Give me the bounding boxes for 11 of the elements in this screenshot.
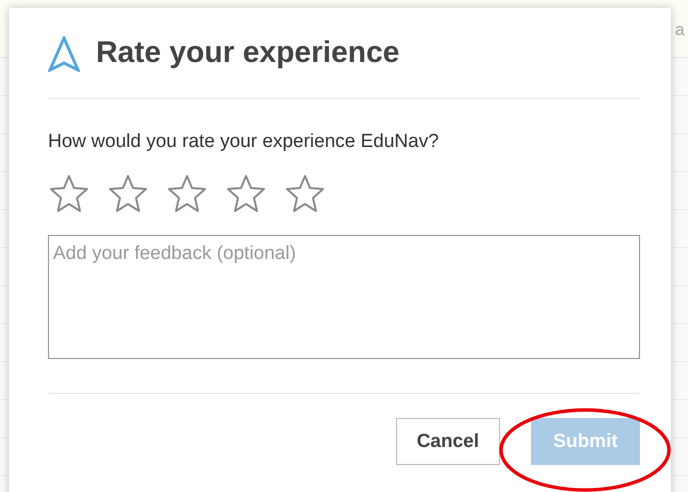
question-text: How would you rate your experience EduNav? xyxy=(48,131,440,153)
navigation-arrow-icon xyxy=(48,36,80,72)
dialog-title: Rate your experience xyxy=(96,36,400,70)
cancel-button[interactable]: Cancel xyxy=(396,418,500,465)
star-icon[interactable] xyxy=(49,173,89,213)
star-icon[interactable] xyxy=(285,173,325,213)
page-text: a xyxy=(675,20,684,40)
star-icon[interactable] xyxy=(167,173,207,213)
star-icon[interactable] xyxy=(108,173,148,213)
feedback-field[interactable]: Add your feedback (optional) xyxy=(48,235,640,359)
star-icon[interactable] xyxy=(226,173,266,213)
